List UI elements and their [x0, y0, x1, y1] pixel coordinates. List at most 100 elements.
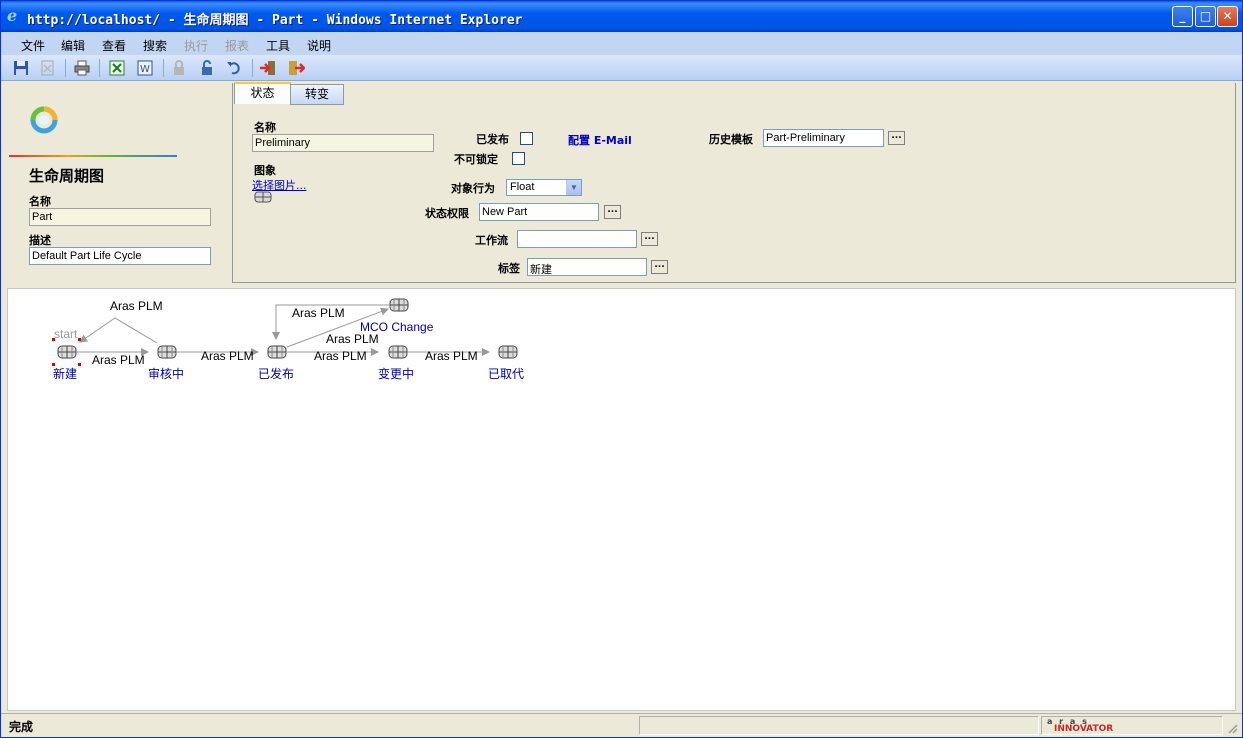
state-node[interactable] — [157, 345, 177, 359]
state-image-icon — [254, 191, 272, 203]
excel-export-icon[interactable] — [108, 59, 126, 77]
transition-label[interactable]: Aras PLM — [314, 349, 367, 363]
transition-label[interactable]: Aras PLM — [201, 349, 254, 363]
state-node[interactable] — [498, 345, 518, 359]
description-label: 描述 — [29, 234, 51, 247]
state-label[interactable]: 变更中 — [378, 366, 414, 381]
state-label[interactable]: 审核中 — [148, 366, 184, 381]
print-icon[interactable] — [73, 59, 91, 77]
menu-view[interactable]: 查看 — [102, 37, 126, 54]
lifecycle-description-field[interactable]: Default Part Life Cycle — [29, 247, 211, 265]
save-icon[interactable] — [12, 59, 30, 77]
page-title: 生命周期图 — [29, 167, 105, 185]
state-label[interactable]: MCO Change — [360, 320, 434, 334]
name-label: 名称 — [29, 195, 51, 208]
discard-icon[interactable] — [39, 59, 57, 77]
state-editor-pane: 状态 转变 名称 Preliminary 图象 选择图片... 已发布 配置 E… — [232, 82, 1236, 283]
transition-label[interactable]: Aras PLM — [326, 332, 379, 346]
minimize-button[interactable]: _ — [1172, 6, 1193, 27]
state-name-label: 名称 — [254, 121, 276, 134]
menu-search[interactable]: 搜索 — [143, 37, 167, 54]
object-behavior-label: 对象行为 — [451, 182, 495, 195]
toolbar-separator — [252, 59, 253, 77]
selection-handle[interactable] — [78, 363, 81, 366]
tab-transition[interactable]: 转变 — [290, 84, 344, 105]
state-label[interactable]: 新建 — [53, 366, 77, 381]
menu-execute: 执行 — [184, 39, 209, 53]
workflow-field[interactable] — [517, 230, 637, 248]
word-export-icon[interactable]: W — [136, 59, 154, 77]
toolbar: W — [1, 55, 1242, 81]
selection-handle[interactable] — [78, 338, 81, 341]
unlock-icon[interactable] — [198, 59, 216, 77]
released-label: 已发布 — [476, 133, 509, 146]
title-bar[interactable]: e http://localhost/ - 生命周期图 - Part - Win… — [1, 1, 1242, 32]
close-button[interactable]: ✕ — [1217, 6, 1238, 27]
status-text: 完成 — [9, 720, 34, 734]
state-label[interactable]: 已取代 — [488, 367, 524, 381]
released-checkbox[interactable] — [520, 132, 533, 145]
header-divider — [9, 155, 177, 157]
brand-panel: a r a s INNOVATOR — [1041, 716, 1223, 735]
status-panel — [639, 716, 1039, 735]
lock-icon — [174, 60, 184, 75]
state-name-field[interactable]: Preliminary — [252, 134, 434, 152]
state-label[interactable]: 已发布 — [258, 366, 294, 381]
configure-email-link[interactable]: 配置 E-Mail — [568, 132, 632, 148]
state-permission-lookup-button[interactable]: ... — [604, 205, 621, 219]
state-node[interactable] — [267, 345, 287, 359]
internet-explorer-icon: e — [7, 6, 18, 25]
transition-line[interactable] — [79, 317, 158, 344]
tag-lookup-button[interactable]: ... — [651, 260, 668, 274]
object-behavior-value: Float — [510, 181, 535, 193]
menu-reports: 报表 — [225, 39, 250, 53]
brand-logo: INNOVATOR — [1054, 724, 1114, 734]
resize-grip-icon[interactable] — [1226, 722, 1238, 734]
lifecycle-diagram[interactable]: Aras PLM Aras PLM Aras PLM Aras PLM Aras… — [8, 289, 1235, 710]
lifecycle-name-field[interactable]: Part — [29, 208, 211, 226]
tab-state[interactable]: 状态 — [234, 82, 291, 104]
menu-bar: 文件 编辑 查看 搜索 执行 报表 工具 说明 — [1, 32, 1242, 55]
start-label: start — [54, 327, 78, 341]
window-title: http://localhost/ - 生命周期图 - Part - Windo… — [27, 13, 523, 28]
selection-handle[interactable] — [52, 363, 55, 366]
browser-window: e http://localhost/ - 生命周期图 - Part - Win… — [0, 0, 1243, 738]
menu-help[interactable]: 说明 — [307, 37, 331, 54]
undo-icon[interactable] — [225, 59, 243, 77]
item-header-pane: 生命周期图 名称 Part 描述 Default Part Life Cycle — [7, 83, 226, 283]
menu-tools[interactable]: 工具 — [266, 37, 290, 54]
transition-label[interactable]: Aras PLM — [425, 349, 478, 363]
maximize-button[interactable]: □ — [1195, 6, 1216, 27]
svg-text:W: W — [140, 64, 150, 75]
workflow-lookup-button[interactable]: ... — [641, 232, 658, 246]
transition-label[interactable]: Aras PLM — [110, 299, 163, 313]
state-node[interactable] — [389, 298, 409, 312]
transition-label[interactable]: Aras PLM — [92, 353, 145, 367]
object-behavior-select[interactable]: Float ▼ — [506, 179, 582, 196]
not-lockable-label: 不可锁定 — [454, 153, 498, 166]
history-template-field[interactable]: Part-Preliminary — [763, 129, 884, 147]
status-bar: 完成 a r a s INNOVATOR — [1, 713, 1242, 737]
state-node[interactable] — [57, 345, 77, 359]
tag-label: 标签 — [498, 262, 520, 275]
state-node[interactable] — [388, 345, 408, 359]
close-icon: ✕ — [1222, 9, 1233, 23]
maximize-icon: □ — [1199, 9, 1212, 23]
image-label: 图象 — [254, 164, 276, 177]
lifecycle-diagram-canvas[interactable]: Aras PLM Aras PLM Aras PLM Aras PLM Aras… — [7, 288, 1236, 711]
transition-label[interactable]: Aras PLM — [292, 306, 345, 320]
lifecycle-icon — [30, 106, 58, 134]
minimize-icon: _ — [1179, 9, 1186, 23]
history-template-lookup-button[interactable]: ... — [888, 131, 905, 145]
history-template-label: 历史模板 — [709, 133, 753, 146]
state-permission-field[interactable]: New Part — [479, 203, 599, 221]
not-lockable-checkbox[interactable] — [512, 152, 525, 165]
menu-edit[interactable]: 编辑 — [61, 37, 85, 54]
menu-file[interactable]: 文件 — [21, 37, 45, 54]
promote-icon[interactable] — [259, 59, 277, 77]
toolbar-separator — [163, 59, 164, 77]
selection-handle[interactable] — [52, 338, 55, 341]
tag-field[interactable]: 新建 — [527, 258, 647, 276]
toolbar-separator — [65, 59, 66, 77]
exit-icon[interactable] — [287, 59, 305, 77]
